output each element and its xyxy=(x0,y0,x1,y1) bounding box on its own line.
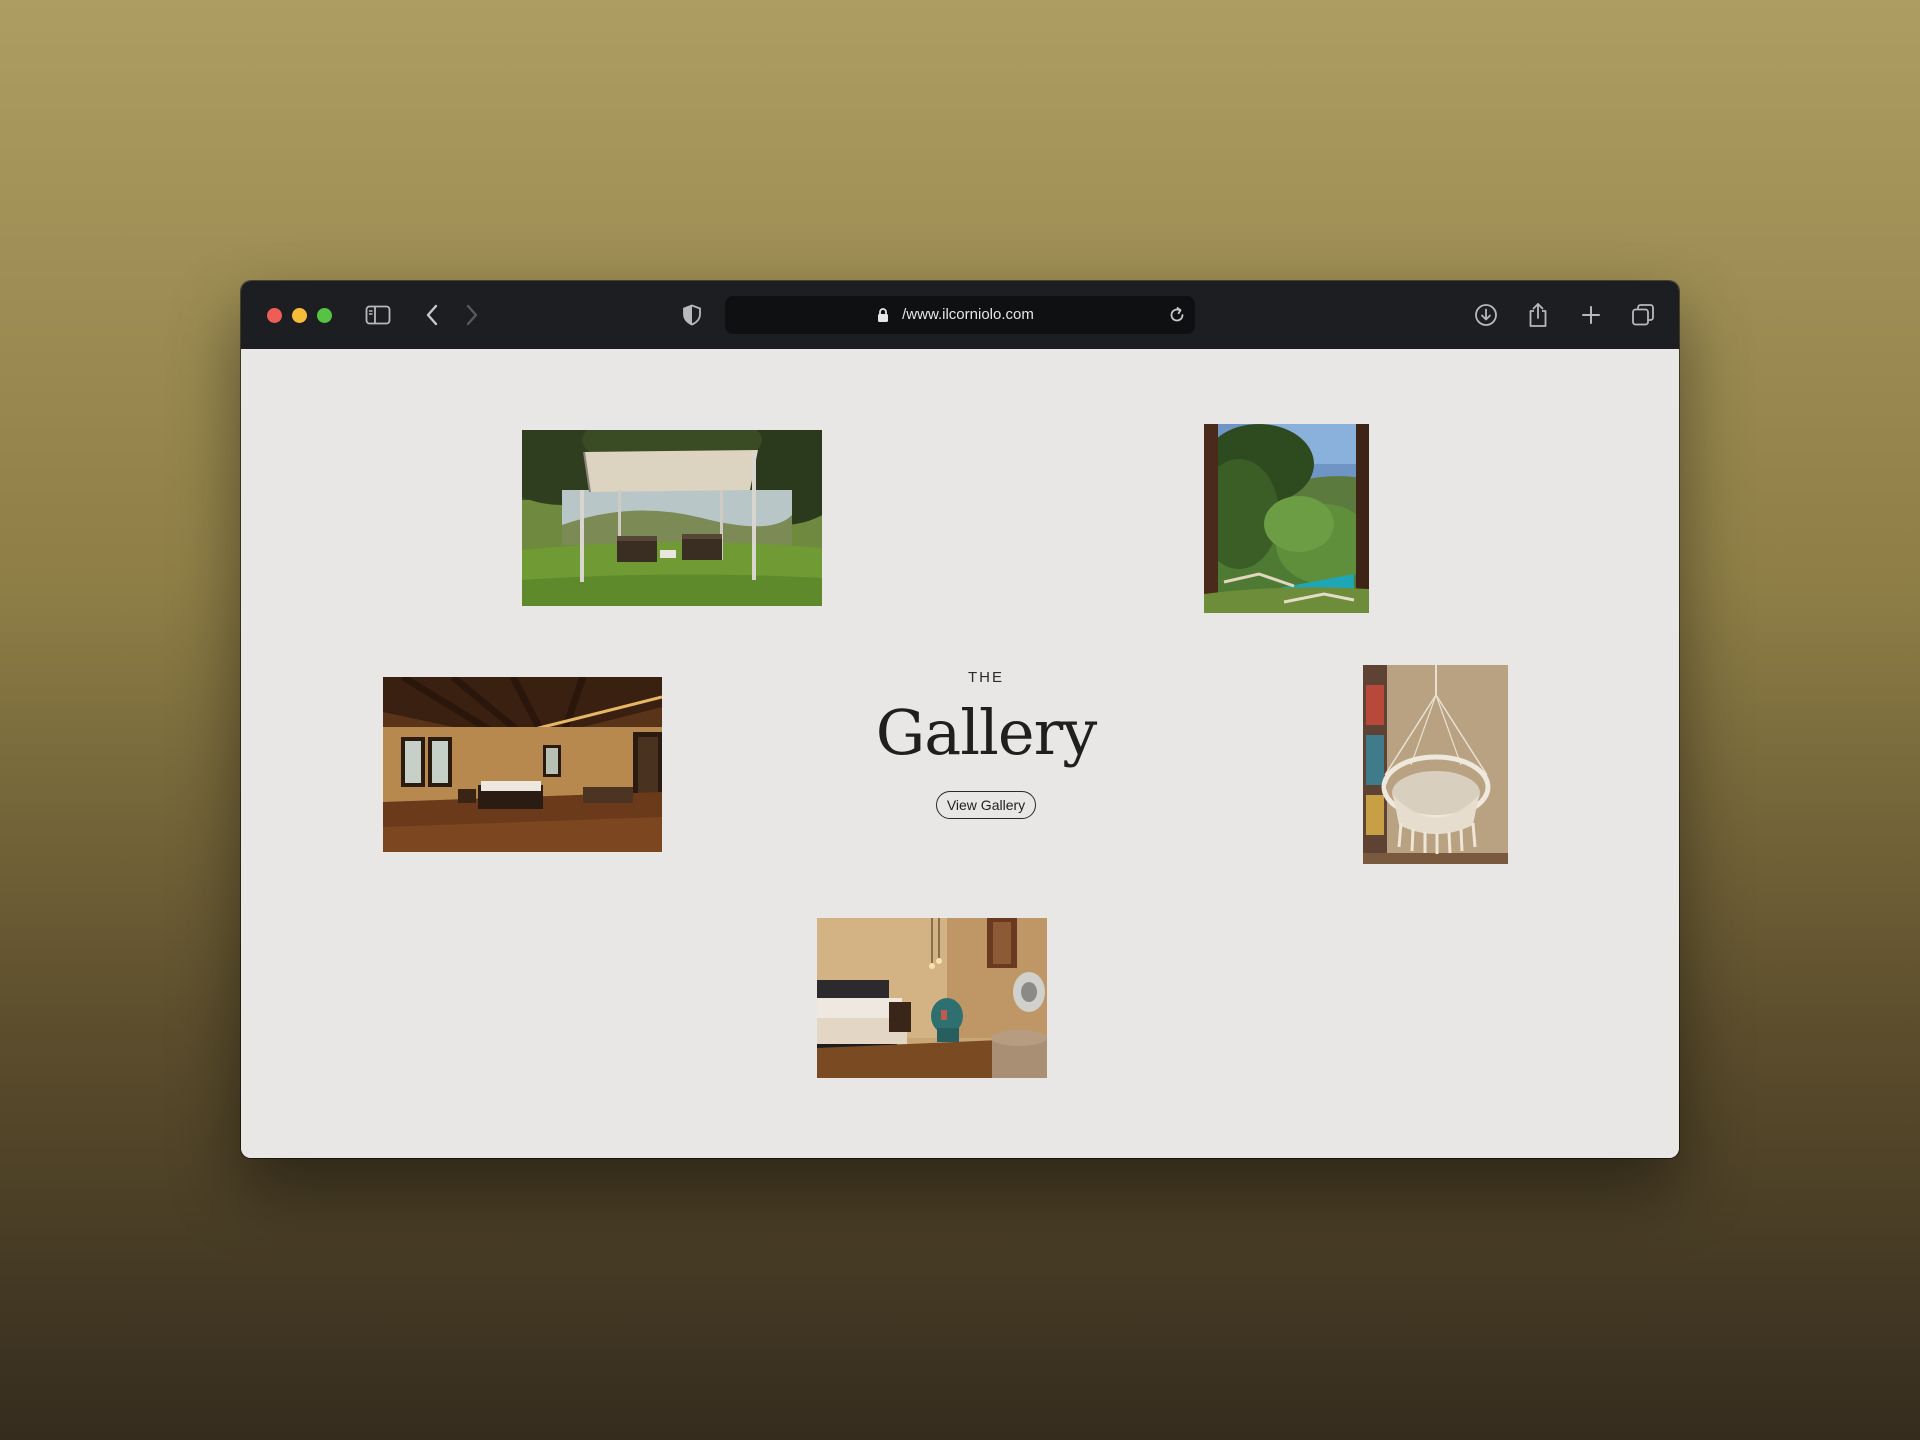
gallery-heading-block: THE Gallery View Gallery xyxy=(841,669,1131,819)
page-content: THE Gallery View Gallery xyxy=(241,349,1679,1158)
maximize-window-button[interactable] xyxy=(317,308,332,323)
tabs-overview-icon[interactable] xyxy=(1627,299,1659,331)
section-title: Gallery xyxy=(875,696,1098,769)
gallery-photo-beamed-bedroom[interactable] xyxy=(383,677,662,852)
section-kicker: THE xyxy=(968,669,1004,686)
address-bar[interactable]: /www.ilcorniolo.com xyxy=(725,296,1195,334)
chevron-left-icon[interactable] xyxy=(416,299,448,331)
chevron-right-icon[interactable] xyxy=(456,299,488,331)
gallery-photo-pergola[interactable] xyxy=(522,430,822,606)
gallery-photo-pool-garden[interactable] xyxy=(1204,424,1369,613)
url-text: /www.ilcorniolo.com xyxy=(902,306,1034,323)
gallery-photo-hanging-chair[interactable] xyxy=(1363,665,1508,864)
gallery-photo-bedroom-chair[interactable] xyxy=(817,918,1047,1078)
close-window-button[interactable] xyxy=(267,308,282,323)
reload-icon[interactable] xyxy=(1167,305,1187,330)
shield-icon[interactable] xyxy=(676,299,708,331)
sidebar-icon[interactable] xyxy=(362,299,394,331)
minimize-window-button[interactable] xyxy=(292,308,307,323)
download-icon[interactable] xyxy=(1470,299,1502,331)
share-icon[interactable] xyxy=(1522,299,1554,331)
view-gallery-button[interactable]: View Gallery xyxy=(935,791,1037,819)
browser-window: /www.ilcorniolo.com THE Gallery View Gal… xyxy=(241,281,1679,1158)
browser-toolbar: /www.ilcorniolo.com xyxy=(241,281,1679,350)
plus-icon[interactable] xyxy=(1575,299,1607,331)
